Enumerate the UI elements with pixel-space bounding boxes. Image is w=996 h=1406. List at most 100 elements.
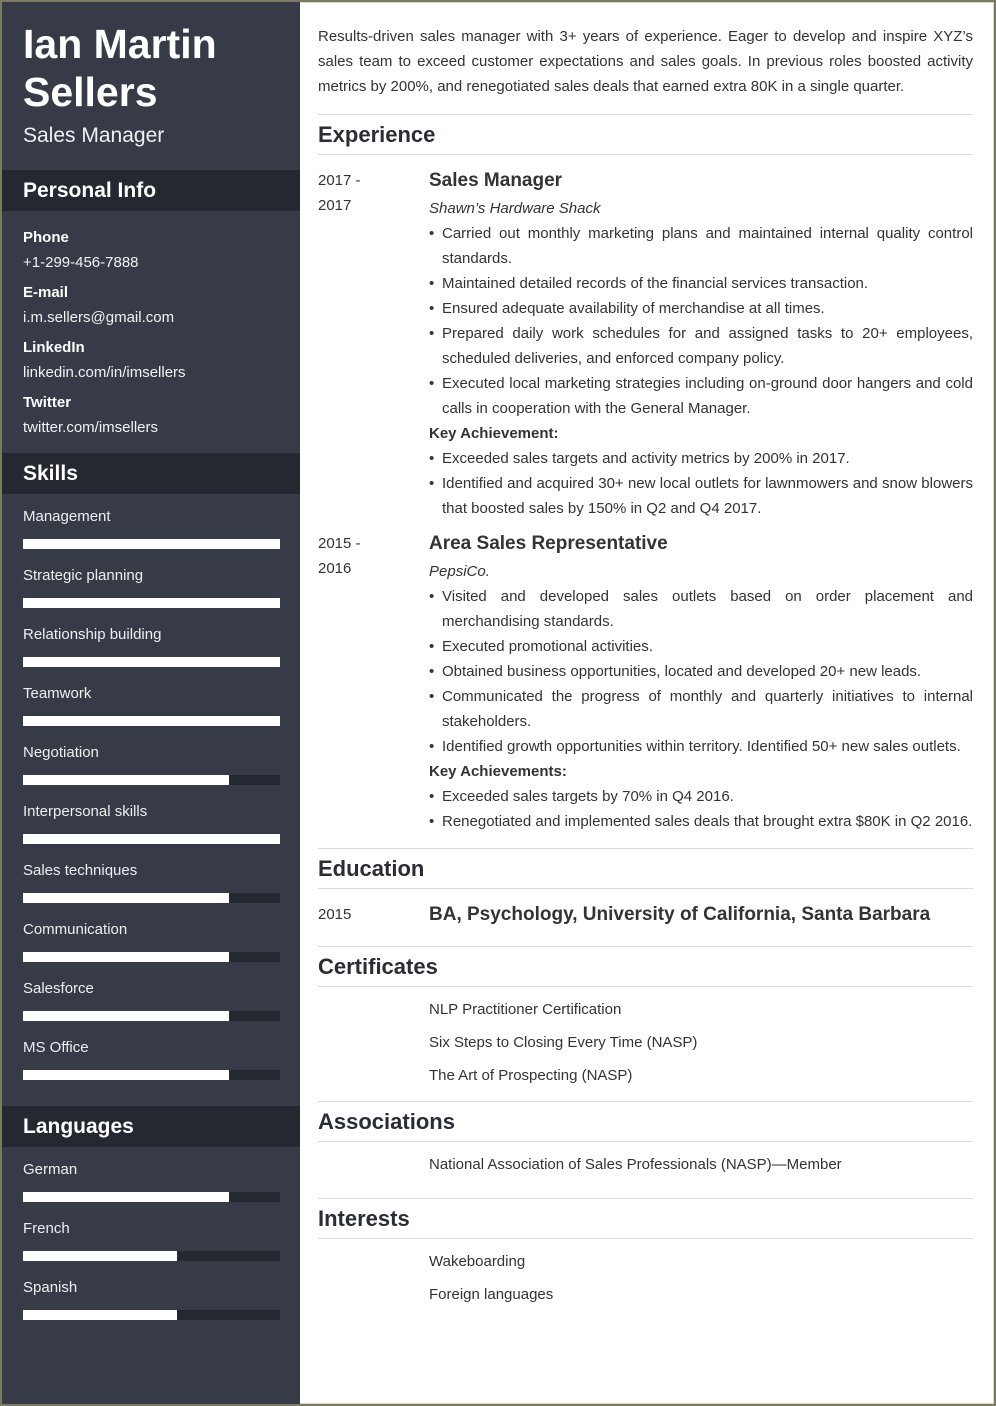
skill-level-bar xyxy=(23,775,280,785)
language-level-bar xyxy=(23,1192,280,1202)
job-bullet: Executed local marketing strategies incl… xyxy=(429,371,973,421)
summary: Results-driven sales manager with 3+ yea… xyxy=(318,2,973,115)
achievements-label: Key Achievement: xyxy=(429,425,559,442)
skill-level-bar xyxy=(23,834,280,844)
personal-info-heading: Personal Info xyxy=(2,170,300,211)
certificates-heading: Certificates xyxy=(318,947,973,987)
skill-label: Salesforce xyxy=(23,980,94,997)
job-title: Sales Manager xyxy=(429,170,563,191)
achievements-label: Key Achievements: xyxy=(429,763,567,780)
interests-section: Interests Wakeboarding Foreign languages xyxy=(318,1198,973,1311)
skill-label: Relationship building xyxy=(23,626,162,643)
skills-heading: Skills xyxy=(2,453,300,494)
achievement-bullet: Exceeded sales targets by 70% in Q4 2016… xyxy=(429,784,973,809)
personal-info-list: Phone +1-299-456-7888 E-mail i.m.sellers… xyxy=(2,211,300,453)
info-linkedin: LinkedIn linkedin.com/in/imsellers xyxy=(23,337,279,384)
job-company: PepsiCo. xyxy=(429,563,490,580)
skill-item: Salesforce xyxy=(23,978,280,1037)
skill-item: MS Office xyxy=(23,1037,280,1096)
skill-level-bar xyxy=(23,952,280,962)
achievement-bullet: Renegotiated and implemented sales deals… xyxy=(429,809,973,834)
twitter-value: twitter.com/imsellers xyxy=(23,419,159,436)
skill-label: Management xyxy=(23,508,111,525)
language-level-bar xyxy=(23,1310,280,1320)
job-bullet: Executed promotional activities. xyxy=(429,634,973,659)
skill-level-fill xyxy=(23,834,280,844)
skill-level-fill xyxy=(23,1070,229,1080)
education-entry: 2015 BA, Psychology, University of Calif… xyxy=(318,902,973,928)
sidebar: Ian Martin Sellers Sales Manager Persona… xyxy=(2,2,300,1404)
skill-level-bar xyxy=(23,893,280,903)
job-date-from: 2017 - xyxy=(318,172,361,189)
email-value: i.m.sellers@gmail.com xyxy=(23,309,175,326)
skill-item: Management xyxy=(23,506,280,565)
info-twitter: Twitter twitter.com/imsellers xyxy=(23,392,279,439)
interest-item: Foreign languages xyxy=(429,1286,554,1303)
skill-level-bar xyxy=(23,1011,280,1021)
name-line-2: Sellers xyxy=(23,69,158,115)
skill-level-fill xyxy=(23,775,229,785)
info-label: Phone xyxy=(23,229,69,246)
job-entry: 2015 - 2016 Area Sales Representative Pepsi… xyxy=(318,531,973,834)
job-bullet: Visited and developed sales outlets base… xyxy=(429,584,973,634)
skill-item: Interpersonal skills xyxy=(23,801,280,860)
resume-page: Ian Martin Sellers Sales Manager Persona… xyxy=(2,2,994,1404)
job-title: Area Sales Representative xyxy=(429,533,668,554)
info-label: Twitter xyxy=(23,394,72,411)
skill-label: Interpersonal skills xyxy=(23,803,148,820)
skill-item: Sales techniques xyxy=(23,860,280,919)
language-label: French xyxy=(23,1220,70,1237)
skill-level-fill xyxy=(23,893,229,903)
job-entry: 2017 - 2017 Sales Manager Shawn’s Hardware … xyxy=(318,168,973,521)
job-bullet: Obtained business opportunities, located… xyxy=(429,659,973,684)
job-bullet: Carried out monthly marketing plans and … xyxy=(429,221,973,271)
skill-item: Teamwork xyxy=(23,683,280,742)
language-level-bar xyxy=(23,1251,280,1261)
job-bullets: Visited and developed sales outlets base… xyxy=(429,584,973,759)
language-item: Spanish xyxy=(23,1277,280,1336)
skill-level-fill xyxy=(23,657,280,667)
language-item: French xyxy=(23,1218,280,1277)
experience-list: 2017 - 2017 Sales Manager Shawn’s Hardware … xyxy=(318,168,973,834)
associations-section: Associations National Association of Sal… xyxy=(318,1101,973,1181)
job-details: Area Sales Representative PepsiCo. Visited… xyxy=(429,531,973,834)
skill-label: Strategic planning xyxy=(23,567,144,584)
job-details: Sales Manager Shawn’s Hardware Shack Carri… xyxy=(429,168,973,521)
main-content: Results-driven sales manager with 3+ yea… xyxy=(300,2,994,1404)
skill-level-bar xyxy=(23,598,280,608)
skill-level-bar xyxy=(23,716,280,726)
job-date-to: 2016 xyxy=(318,560,352,577)
certificate-item: The Art of Prospecting (NASP) xyxy=(429,1067,633,1084)
education-degree: BA, Psychology, University of California… xyxy=(429,904,931,925)
skill-level-fill xyxy=(23,598,280,608)
skill-level-bar xyxy=(23,1070,280,1080)
info-phone: Phone +1-299-456-7888 xyxy=(23,227,279,274)
job-bullet: Identified growth opportunities within t… xyxy=(429,734,973,759)
skill-item: Negotiation xyxy=(23,742,280,801)
skill-label: Negotiation xyxy=(23,744,99,761)
achievement-bullets: Exceeded sales targets and activity metr… xyxy=(429,446,973,521)
language-level-fill xyxy=(23,1192,229,1202)
education-heading: Education xyxy=(318,849,973,889)
skill-label: MS Office xyxy=(23,1039,89,1056)
certificates-section: Certificates NLP Practitioner Certificat… xyxy=(318,946,973,1092)
interests-list: Wakeboarding Foreign languages xyxy=(318,1239,973,1311)
interests-heading: Interests xyxy=(318,1199,973,1239)
achievement-bullet: Exceeded sales targets and activity metr… xyxy=(429,446,973,471)
language-label: German xyxy=(23,1161,78,1178)
interest-item: Wakeboarding xyxy=(429,1253,526,1270)
languages-list: German French Spanish xyxy=(2,1147,300,1346)
languages-heading: Languages xyxy=(2,1106,300,1147)
job-dates: 2015 - 2016 xyxy=(318,531,429,834)
associations-list: National Association of Sales Profession… xyxy=(318,1142,973,1181)
info-label: LinkedIn xyxy=(23,339,85,356)
language-level-fill xyxy=(23,1251,178,1261)
association-item: National Association of Sales Profession… xyxy=(429,1156,842,1173)
language-item: German xyxy=(23,1159,280,1218)
job-date-from: 2015 - xyxy=(318,535,361,552)
job-company: Shawn’s Hardware Shack xyxy=(429,200,601,217)
info-label: E-mail xyxy=(23,284,69,301)
job-date-to: 2017 xyxy=(318,197,352,214)
job-bullet: Ensured adequate availability of merchan… xyxy=(429,296,973,321)
skill-label: Sales techniques xyxy=(23,862,138,879)
